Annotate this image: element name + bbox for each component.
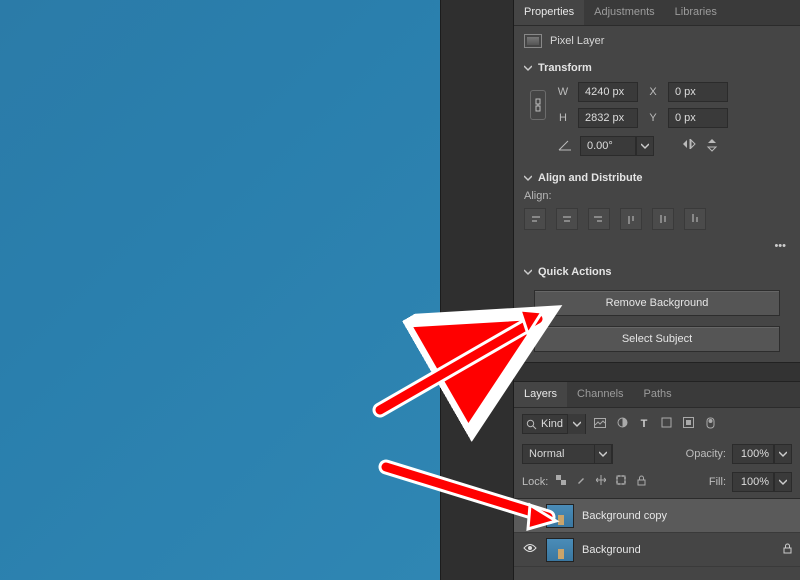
lock-label: Lock: — [522, 476, 548, 488]
properties-tabs: Properties Adjustments Libraries — [514, 0, 800, 26]
lock-icon — [783, 543, 792, 557]
align-top-icon[interactable] — [620, 208, 642, 230]
right-panel: Properties Adjustments Libraries Pixel L… — [514, 0, 800, 580]
height-field[interactable] — [578, 108, 638, 128]
opacity-label: Opacity: — [686, 448, 726, 460]
blend-mode-value: Normal — [523, 448, 594, 460]
filter-smartobject-icon[interactable] — [680, 417, 696, 431]
layer-thumbnail[interactable] — [546, 538, 574, 562]
tab-layers[interactable]: Layers — [514, 382, 567, 407]
filter-shape-icon[interactable] — [658, 417, 674, 431]
filter-pixel-icon[interactable] — [592, 418, 608, 431]
layer-list: Background copy Background — [514, 498, 800, 567]
chevron-down-icon — [524, 64, 532, 72]
y-field[interactable] — [668, 108, 728, 128]
quick-actions-header[interactable]: Quick Actions — [514, 260, 800, 284]
rotation-field[interactable] — [580, 136, 636, 156]
flip-horizontal-icon[interactable] — [682, 138, 696, 155]
filter-type-icon[interactable]: T — [636, 418, 652, 430]
tab-channels[interactable]: Channels — [567, 382, 633, 407]
quick-actions-buttons: Remove Background Select Subject — [514, 284, 800, 362]
more-options-icon[interactable]: ••• — [774, 240, 786, 252]
chevron-down-icon — [567, 414, 585, 434]
x-field[interactable] — [668, 82, 728, 102]
filter-adjustment-icon[interactable] — [614, 417, 630, 431]
chevron-down-icon — [524, 174, 532, 182]
transform-grid: W X H Y — [514, 80, 800, 132]
tab-properties[interactable]: Properties — [514, 0, 584, 25]
layer-thumbnail[interactable] — [546, 504, 574, 528]
x-label: X — [644, 86, 662, 98]
opacity-dropdown[interactable] — [774, 444, 792, 464]
layer-type-row: Pixel Layer — [514, 26, 800, 56]
fill-dropdown[interactable] — [774, 472, 792, 492]
align-vcenter-icon[interactable] — [652, 208, 674, 230]
lock-position-icon[interactable] — [594, 475, 608, 489]
layer-name[interactable]: Background copy — [582, 510, 667, 522]
opacity-field[interactable] — [732, 444, 774, 464]
fill-label: Fill: — [709, 476, 726, 488]
height-label: H — [554, 112, 572, 124]
layer-filter-icons: T — [592, 417, 718, 432]
lock-all-icon[interactable] — [634, 475, 648, 489]
flip-vertical-icon[interactable] — [706, 138, 718, 155]
align-right-icon[interactable] — [588, 208, 610, 230]
layers-tabs: Layers Channels Paths — [514, 382, 800, 408]
visibility-toggle[interactable] — [522, 543, 538, 556]
tab-adjustments[interactable]: Adjustments — [584, 0, 665, 25]
search-icon — [523, 419, 539, 430]
angle-row — [514, 132, 800, 166]
width-label: W — [554, 86, 572, 98]
align-left-icon[interactable] — [524, 208, 546, 230]
document-canvas[interactable] — [0, 0, 440, 580]
tab-paths[interactable]: Paths — [634, 382, 682, 407]
rotation-dropdown[interactable] — [636, 136, 654, 156]
align-section-header[interactable]: Align and Distribute — [514, 166, 800, 190]
blend-mode-select[interactable]: Normal — [522, 444, 613, 464]
align-buttons — [514, 208, 800, 236]
filter-kind-select[interactable]: Kind — [522, 414, 586, 434]
fill-field[interactable] — [732, 472, 774, 492]
lock-artboard-icon[interactable] — [614, 475, 628, 489]
transform-section-header[interactable]: Transform — [514, 56, 800, 80]
pixel-layer-icon — [524, 34, 542, 48]
transform-title: Transform — [538, 62, 592, 74]
layer-filter-row: Kind T — [514, 408, 800, 440]
layer-type-label: Pixel Layer — [550, 35, 604, 47]
align-bottom-icon[interactable] — [684, 208, 706, 230]
link-dimensions-icon[interactable] — [530, 90, 546, 120]
filter-kind-label: Kind — [539, 418, 567, 430]
lock-paint-icon[interactable] — [574, 475, 588, 489]
align-label: Align: — [514, 190, 800, 208]
y-label: Y — [644, 112, 662, 124]
lock-transparency-icon[interactable] — [554, 475, 568, 489]
layer-name[interactable]: Background — [582, 544, 641, 556]
panel-divider — [514, 362, 800, 382]
blend-mode-row: Normal Opacity: — [514, 440, 800, 468]
tab-libraries[interactable]: Libraries — [665, 0, 727, 25]
select-subject-button[interactable]: Select Subject — [534, 326, 780, 352]
lock-row: Lock: Fill: — [514, 468, 800, 498]
chevron-down-icon — [594, 444, 612, 464]
dock-gap — [440, 0, 514, 580]
width-field[interactable] — [578, 82, 638, 102]
layer-item[interactable]: Background copy — [514, 499, 800, 533]
chevron-down-icon — [524, 268, 532, 276]
quick-actions-title: Quick Actions — [538, 266, 612, 278]
remove-background-button[interactable]: Remove Background — [534, 290, 780, 316]
align-title: Align and Distribute — [538, 172, 643, 184]
align-hcenter-icon[interactable] — [556, 208, 578, 230]
angle-icon — [558, 139, 572, 154]
layer-item[interactable]: Background — [514, 533, 800, 567]
filter-toggle-icon[interactable] — [702, 417, 718, 432]
